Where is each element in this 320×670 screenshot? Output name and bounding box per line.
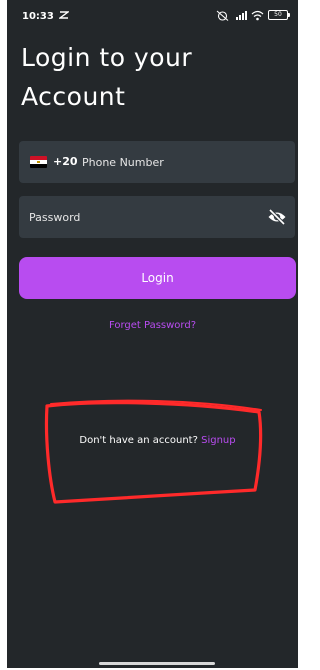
- title-line-2: Account: [21, 82, 126, 111]
- status-time: 10:33: [22, 11, 54, 22]
- password-input[interactable]: [29, 196, 249, 238]
- battery-icon: 50: [268, 10, 290, 20]
- login-button[interactable]: Login: [19, 257, 296, 299]
- phone-field[interactable]: +20: [19, 141, 295, 183]
- status-icons: 50: [216, 9, 290, 21]
- page-title: Login to your Account: [21, 38, 281, 116]
- phone-number-input[interactable]: [82, 141, 282, 183]
- title-line-1: Login to your: [21, 43, 193, 72]
- signup-prompt: Don't have an account? Signup: [7, 435, 298, 446]
- country-code[interactable]: +20: [53, 155, 78, 168]
- signal-icon: [236, 10, 247, 20]
- signup-link[interactable]: Signup: [201, 435, 236, 446]
- notification-icon: [59, 11, 69, 19]
- status-bar: 10:33 50: [7, 0, 298, 32]
- wifi-icon: [251, 10, 264, 20]
- login-screen: 10:33 50 Login to your Account +20 Phone…: [7, 0, 298, 668]
- egypt-flag-icon[interactable]: [30, 156, 47, 168]
- eye-off-icon[interactable]: [267, 208, 287, 226]
- forget-password-link[interactable]: Forget Password?: [7, 320, 298, 331]
- alarm-off-icon: [216, 10, 229, 21]
- no-account-text: Don't have an account?: [79, 435, 198, 446]
- password-field[interactable]: [19, 196, 295, 238]
- home-indicator[interactable]: [99, 662, 215, 665]
- red-annotation-outline: [44, 399, 263, 504]
